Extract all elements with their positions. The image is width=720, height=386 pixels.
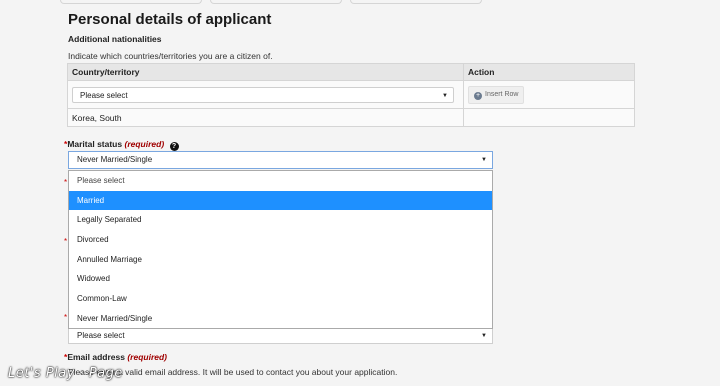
- top-tab-right[interactable]: [350, 0, 482, 4]
- section-subtitle: Additional nationalities: [68, 34, 162, 44]
- caret-down-icon: ▼: [442, 92, 448, 99]
- required-asterisk: *: [64, 178, 68, 187]
- watermark: Let's Play · Page: [8, 366, 123, 381]
- plus-circle-icon: +: [474, 91, 482, 100]
- caret-down-icon: ▼: [481, 157, 487, 163]
- dropdown-option[interactable]: Common-Law: [69, 289, 492, 309]
- table-row: Please select ▼ + Insert Row: [67, 80, 635, 109]
- dropdown-option[interactable]: Please select: [69, 171, 492, 191]
- required-asterisk: *: [64, 237, 68, 246]
- page-title: Personal details of applicant: [68, 11, 272, 28]
- dropdown-option[interactable]: Widowed: [69, 269, 492, 289]
- top-tab-left[interactable]: [60, 0, 202, 4]
- section-description: Indicate which countries/territories you…: [68, 51, 273, 61]
- required-asterisk: *: [64, 313, 68, 322]
- action-cell: [463, 108, 635, 127]
- dropdown-option[interactable]: Never Married/Single: [69, 309, 492, 329]
- column-header-country: Country/territory: [67, 63, 464, 81]
- marital-status-dropdown: Please select Married Legally Separated …: [68, 170, 493, 329]
- country-cell: Korea, South: [67, 108, 464, 127]
- hidden-select-value: Please select: [77, 331, 125, 340]
- marital-label-text: Marital status: [67, 139, 123, 149]
- insert-row-button[interactable]: + Insert Row: [468, 85, 525, 104]
- marital-status-select[interactable]: Never Married/Single ▼: [68, 151, 493, 169]
- email-label-text: Email address: [67, 352, 125, 362]
- dropdown-option[interactable]: Divorced: [69, 230, 492, 250]
- column-header-action: Action: [463, 63, 635, 81]
- insert-row-label: Insert Row: [485, 90, 519, 98]
- dropdown-option-highlighted[interactable]: Married: [69, 190, 492, 211]
- caret-down-icon: ▼: [481, 333, 487, 339]
- question-circle-icon[interactable]: ?: [169, 142, 179, 151]
- required-text: (required): [127, 352, 167, 362]
- table-row: Korea, South: [67, 108, 635, 127]
- marital-select-value: Never Married/Single: [77, 155, 153, 164]
- country-select[interactable]: Please select ▼: [72, 86, 454, 103]
- required-text: (required): [124, 139, 165, 149]
- country-select-value: Please select: [80, 90, 128, 100]
- dropdown-option[interactable]: Legally Separated: [69, 210, 492, 230]
- nationality-table: Country/territory Action Please select ▼…: [67, 63, 635, 127]
- top-tab-middle[interactable]: [210, 0, 342, 4]
- email-label: *Email address (required): [64, 352, 167, 362]
- marital-status-label: *Marital status (required) ?: [64, 139, 179, 151]
- dropdown-option[interactable]: Annulled Marriage: [69, 250, 492, 270]
- hidden-field-select[interactable]: Please select ▼: [68, 328, 493, 344]
